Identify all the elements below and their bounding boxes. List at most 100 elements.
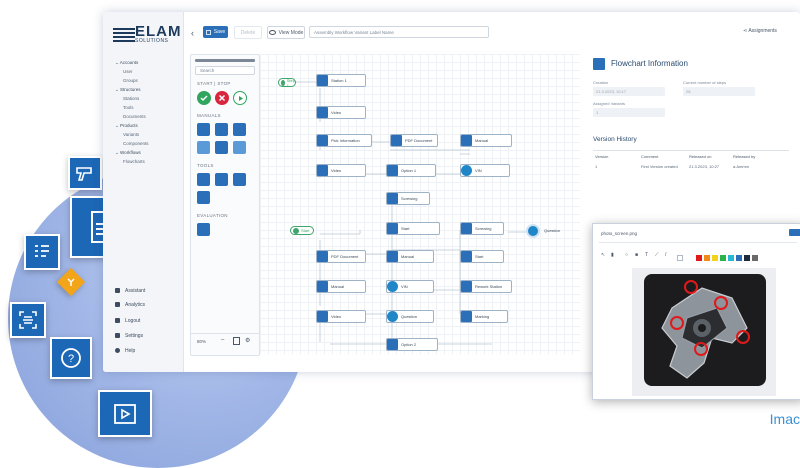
- swatch-gray[interactable]: [752, 255, 758, 261]
- flow-node-video-3[interactable]: Video: [316, 310, 366, 323]
- flow-node-vin-2[interactable]: VIN: [386, 280, 434, 293]
- flow-node-question-circle[interactable]: [526, 224, 540, 238]
- text-tool-icon[interactable]: T: [645, 252, 648, 258]
- sidebar-item-flowcharts[interactable]: Flowcharts: [123, 159, 145, 164]
- annotation-marker[interactable]: [694, 342, 708, 356]
- palette-crossed-tools-icon[interactable]: [197, 173, 210, 186]
- palette-chart-icon[interactable]: [197, 223, 210, 236]
- column-released-by[interactable]: Released by: [733, 154, 755, 159]
- line-tool-icon[interactable]: /: [665, 252, 666, 258]
- canvas-settings-icon[interactable]: ⚙: [245, 337, 250, 344]
- square-tool-icon[interactable]: ■: [635, 252, 638, 258]
- sidebar-item-user[interactable]: User: [123, 69, 133, 74]
- delete-button[interactable]: Delete: [234, 26, 262, 39]
- view-mode-button[interactable]: View Mode: [267, 26, 305, 39]
- sidebar-item-accounts[interactable]: ⌄ Accounts: [115, 60, 138, 66]
- column-version[interactable]: Version: [595, 154, 608, 159]
- assigned-field[interactable]: 1: [593, 108, 665, 117]
- steps-field[interactable]: 28: [683, 87, 755, 96]
- pointer-tool-icon[interactable]: ↖: [601, 252, 605, 258]
- circle-tool-icon[interactable]: ○: [625, 252, 628, 258]
- column-comment[interactable]: Comment: [641, 154, 658, 159]
- palette-screen-icon[interactable]: [215, 141, 228, 154]
- annotation-marker[interactable]: [714, 296, 728, 310]
- flowchart-canvas[interactable]: Step 1 Station 1 Video Pick Information …: [260, 54, 580, 354]
- palette-list-icon[interactable]: [197, 191, 210, 204]
- flow-node-option-2[interactable]: Option 2: [386, 338, 438, 351]
- pen-tool-icon[interactable]: ⟋: [655, 252, 659, 258]
- sidebar-item-documents[interactable]: Documents: [123, 114, 146, 119]
- sidebar-item-products[interactable]: ⌄ Products: [115, 123, 138, 129]
- sidebar-item-stations[interactable]: Stations: [123, 96, 139, 101]
- swatch-green[interactable]: [720, 255, 726, 261]
- sidebar-assistant[interactable]: Assistant: [115, 288, 145, 294]
- palette-worker-icon[interactable]: [233, 123, 246, 136]
- swatch-cyan[interactable]: [728, 255, 734, 261]
- zoom-out-button[interactable]: –: [221, 337, 224, 343]
- save-button[interactable]: Save: [203, 26, 228, 38]
- sidebar-analytics[interactable]: Analytics: [115, 302, 145, 308]
- sidebar-settings[interactable]: Settings: [115, 333, 143, 339]
- palette-drag-handle[interactable]: [195, 59, 255, 62]
- swatch-empty[interactable]: [677, 255, 683, 261]
- palette-hand-icon[interactable]: [215, 123, 228, 136]
- annotation-marker[interactable]: [684, 280, 698, 294]
- palette-camera-icon[interactable]: [215, 173, 228, 186]
- assignments-button[interactable]: ⋖ Assignments: [743, 28, 777, 34]
- flow-node-manual-3[interactable]: Manual: [316, 280, 366, 293]
- play-icon[interactable]: [233, 91, 247, 105]
- flow-node-question[interactable]: Question: [386, 310, 434, 323]
- flow-node-station-1[interactable]: Station 1: [316, 74, 366, 87]
- annotation-marker[interactable]: [670, 316, 684, 330]
- flow-node-rework-station[interactable]: Rework Station: [460, 280, 512, 293]
- swatch-orange[interactable]: [704, 255, 710, 261]
- palette-document-icon[interactable]: [197, 123, 210, 136]
- sidebar-item-variants[interactable]: Variants: [123, 132, 139, 137]
- annotated-photo[interactable]: [632, 268, 776, 396]
- palette-search-input[interactable]: Search: [195, 66, 255, 75]
- sidebar-help[interactable]: Help: [115, 348, 135, 354]
- flow-node-marking[interactable]: Marking: [460, 310, 508, 323]
- palette-wrench-icon[interactable]: [233, 173, 246, 186]
- select-tool-icon[interactable]: ▮: [611, 252, 614, 258]
- swatch-yellow[interactable]: [712, 255, 718, 261]
- swatch-black[interactable]: [744, 255, 750, 261]
- image-toolbar-divider: [599, 242, 797, 243]
- sidebar-item-workflows[interactable]: ⌄ Workflows: [115, 150, 141, 156]
- checklist-touch-icon: [24, 234, 60, 270]
- column-released-on[interactable]: Released on: [689, 154, 711, 159]
- flow-node-start-2[interactable]: Start: [460, 250, 504, 263]
- flow-node-video[interactable]: Video: [316, 106, 366, 119]
- flow-node-video-2[interactable]: Video: [316, 164, 366, 177]
- image-save-button[interactable]: [789, 229, 800, 236]
- created-field[interactable]: 21.3.2023, 10:17: [593, 87, 665, 96]
- flow-node-screwing[interactable]: Screwing: [386, 192, 430, 205]
- sidebar-item-structures[interactable]: ⌄ Structures: [115, 87, 141, 93]
- flow-node-start[interactable]: Start: [386, 222, 440, 235]
- annotation-marker[interactable]: [736, 330, 750, 344]
- stop-x-icon[interactable]: [215, 91, 229, 105]
- flow-node-vin[interactable]: VIN: [460, 164, 510, 177]
- flow-node-screwing-2[interactable]: Screwing: [460, 222, 504, 235]
- sidebar-logout[interactable]: Logout: [115, 318, 140, 324]
- start-check-icon[interactable]: [197, 91, 211, 105]
- swatch-blue[interactable]: [736, 255, 742, 261]
- fit-view-icon[interactable]: [233, 337, 240, 345]
- flow-start-pill-2[interactable]: Start: [290, 226, 314, 235]
- sidebar-item-groups[interactable]: Groups: [123, 78, 138, 83]
- flowchart-title-input[interactable]: Assembly Workflow Variant Label Name: [309, 26, 489, 38]
- flow-node-pdf-document-2[interactable]: PDF Document: [316, 250, 366, 263]
- flow-node-pdf-document[interactable]: PDF Document: [390, 134, 438, 147]
- palette-settings-icon[interactable]: [233, 141, 246, 154]
- back-button[interactable]: ‹: [191, 28, 194, 38]
- flow-node-manual[interactable]: Manual: [460, 134, 512, 147]
- flow-node-pick-information[interactable]: Pick Information: [316, 134, 372, 147]
- flow-start-pill[interactable]: Step 1: [278, 78, 296, 88]
- zoom-level[interactable]: 80%: [197, 339, 206, 344]
- flow-node-manual-2[interactable]: Manual: [386, 250, 434, 263]
- sidebar-item-tools[interactable]: Tools: [123, 105, 134, 110]
- sidebar-item-components[interactable]: Components: [123, 141, 149, 146]
- swatch-red[interactable]: [696, 255, 702, 261]
- palette-gear-icon[interactable]: [197, 141, 210, 154]
- flow-node-option-1[interactable]: Option 1: [386, 164, 436, 177]
